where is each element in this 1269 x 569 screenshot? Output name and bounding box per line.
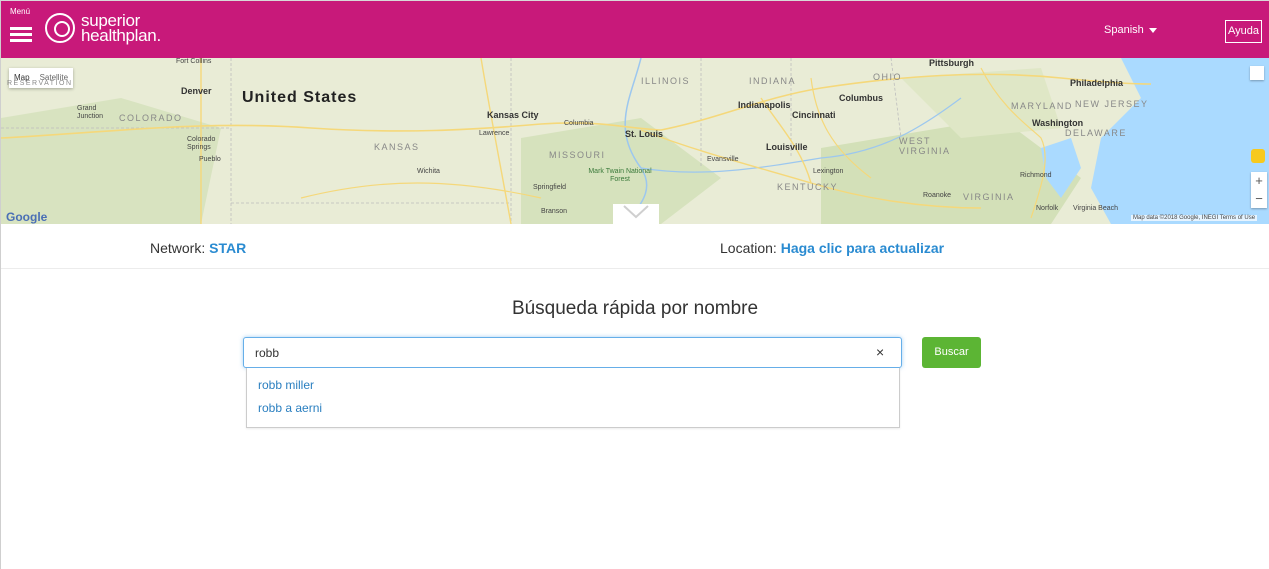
map-label-st-louis: St. Louis	[625, 129, 663, 139]
language-dropdown[interactable]: Spanish	[1104, 24, 1157, 36]
map-label-west-virginia: WEST VIRGINIA	[899, 136, 951, 156]
map-label-mark-twain-forest: Mark Twain National Forest	[588, 168, 652, 183]
zoom-control: + −	[1251, 172, 1267, 208]
clear-icon[interactable]: ×	[876, 344, 884, 360]
map-label-fort-collins: Fort Collins	[176, 58, 212, 65]
map-label-washington: Washington	[1032, 118, 1084, 128]
map-attribution[interactable]: Map data ©2018 Google, INEGI Terms of Us…	[1131, 215, 1258, 221]
google-logo[interactable]: Google	[6, 210, 47, 224]
logo-icon	[45, 13, 75, 43]
map-label-colorado-springs: Colorado Springs	[187, 136, 216, 151]
map-label-kansas-city: Kansas City	[487, 110, 539, 120]
zoom-out-button[interactable]: −	[1251, 190, 1267, 208]
top-navigation-bar: Menú superior healthplan. Spanish Ayuda	[1, 1, 1269, 58]
search-input[interactable]	[255, 338, 855, 367]
location-update-link[interactable]: Haga clic para actualizar	[781, 240, 944, 256]
pegman-icon[interactable]	[1251, 149, 1265, 163]
map-label-louisville: Louisville	[766, 142, 808, 152]
zoom-in-button[interactable]: +	[1251, 172, 1267, 190]
search-field: ×	[243, 337, 902, 368]
location-label: Location:	[720, 240, 777, 256]
map-label-pueblo: Pueblo	[199, 156, 221, 163]
network-value: STAR	[209, 240, 247, 256]
map-label-norfolk: Norfolk	[1036, 205, 1059, 212]
map-label-kentucky: KENTUCKY	[777, 182, 839, 192]
menu-button[interactable]: Menú	[9, 7, 35, 47]
map-label-missouri: MISSOURI	[549, 150, 606, 160]
app-window: Menú superior healthplan. Spanish Ayuda	[0, 0, 1269, 569]
map-label-wichita: Wichita	[417, 168, 440, 175]
search-button[interactable]: Buscar	[922, 337, 981, 368]
map-label-lexington: Lexington	[813, 168, 844, 175]
map-label-branson: Branson	[541, 208, 568, 215]
map-label-roanoke: Roanoke	[923, 192, 952, 199]
map-label-maryland: MARYLAND	[1011, 101, 1073, 111]
logo-line-2: healthplan.	[81, 26, 161, 45]
language-label: Spanish	[1104, 24, 1144, 36]
help-button[interactable]: Ayuda	[1225, 20, 1262, 43]
page-title: Búsqueda rápida por nombre	[511, 298, 759, 319]
map-label-philadelphia: Philadelphia	[1070, 78, 1124, 88]
map-label-indiana: INDIANA	[749, 76, 797, 86]
logo-text: superior healthplan.	[81, 12, 161, 45]
map-label-kansas: KANSAS	[374, 142, 420, 152]
map-label-indianapolis: Indianapolis	[738, 100, 791, 110]
map-label-pittsburgh: Pittsburgh	[929, 58, 974, 68]
autocomplete-list: robb miller robb a aerni	[246, 368, 900, 428]
map-label-illinois: ILLINOIS	[641, 76, 691, 86]
map-label-denver: Denver	[181, 86, 212, 96]
map-label-country: United States	[242, 89, 358, 106]
network-location-bar: Network: STAR Location: Haga clic para a…	[1, 224, 1269, 269]
autocomplete-item[interactable]: robb a aerni	[247, 397, 899, 420]
map-label-colorado: COLORADO	[119, 113, 183, 123]
network-info: Network: STAR	[150, 240, 246, 256]
map-label-columbus: Columbus	[839, 93, 883, 103]
map-label-new-jersey: NEW JERSEY	[1075, 99, 1149, 109]
map-label-reservation: RESERVATION	[7, 80, 73, 87]
map-label-springfield: Springfield	[533, 184, 567, 191]
map-label-cincinnati: Cincinnati	[792, 110, 836, 120]
map-label-evansville: Evansville	[707, 156, 739, 163]
menu-label: Menú	[10, 7, 31, 16]
collapse-map-toggle[interactable]	[613, 204, 659, 224]
chevron-down-icon	[623, 205, 649, 219]
map-label-ohio: OHIO	[873, 72, 903, 82]
map-label-grand-junction: Grand Junction	[77, 105, 104, 120]
map-label-virginia: VIRGINIA	[963, 192, 1015, 202]
caret-down-icon	[1148, 27, 1157, 33]
network-label: Network:	[150, 240, 206, 256]
location-info: Location: Haga clic para actualizar	[720, 240, 944, 256]
map-label-lawrence: Lawrence	[479, 130, 510, 137]
map-label-columbia: Columbia	[564, 120, 594, 127]
autocomplete-item[interactable]: robb miller	[247, 374, 899, 397]
map-label-virginia-beach: Virginia Beach	[1073, 205, 1119, 212]
map-label-delaware: DELAWARE	[1065, 128, 1127, 138]
hamburger-icon	[10, 27, 32, 45]
map-label-richmond: Richmond	[1020, 172, 1052, 179]
fullscreen-icon[interactable]	[1250, 66, 1264, 80]
map-view[interactable]: Map Satellite RESERVATION United States …	[1, 58, 1269, 224]
